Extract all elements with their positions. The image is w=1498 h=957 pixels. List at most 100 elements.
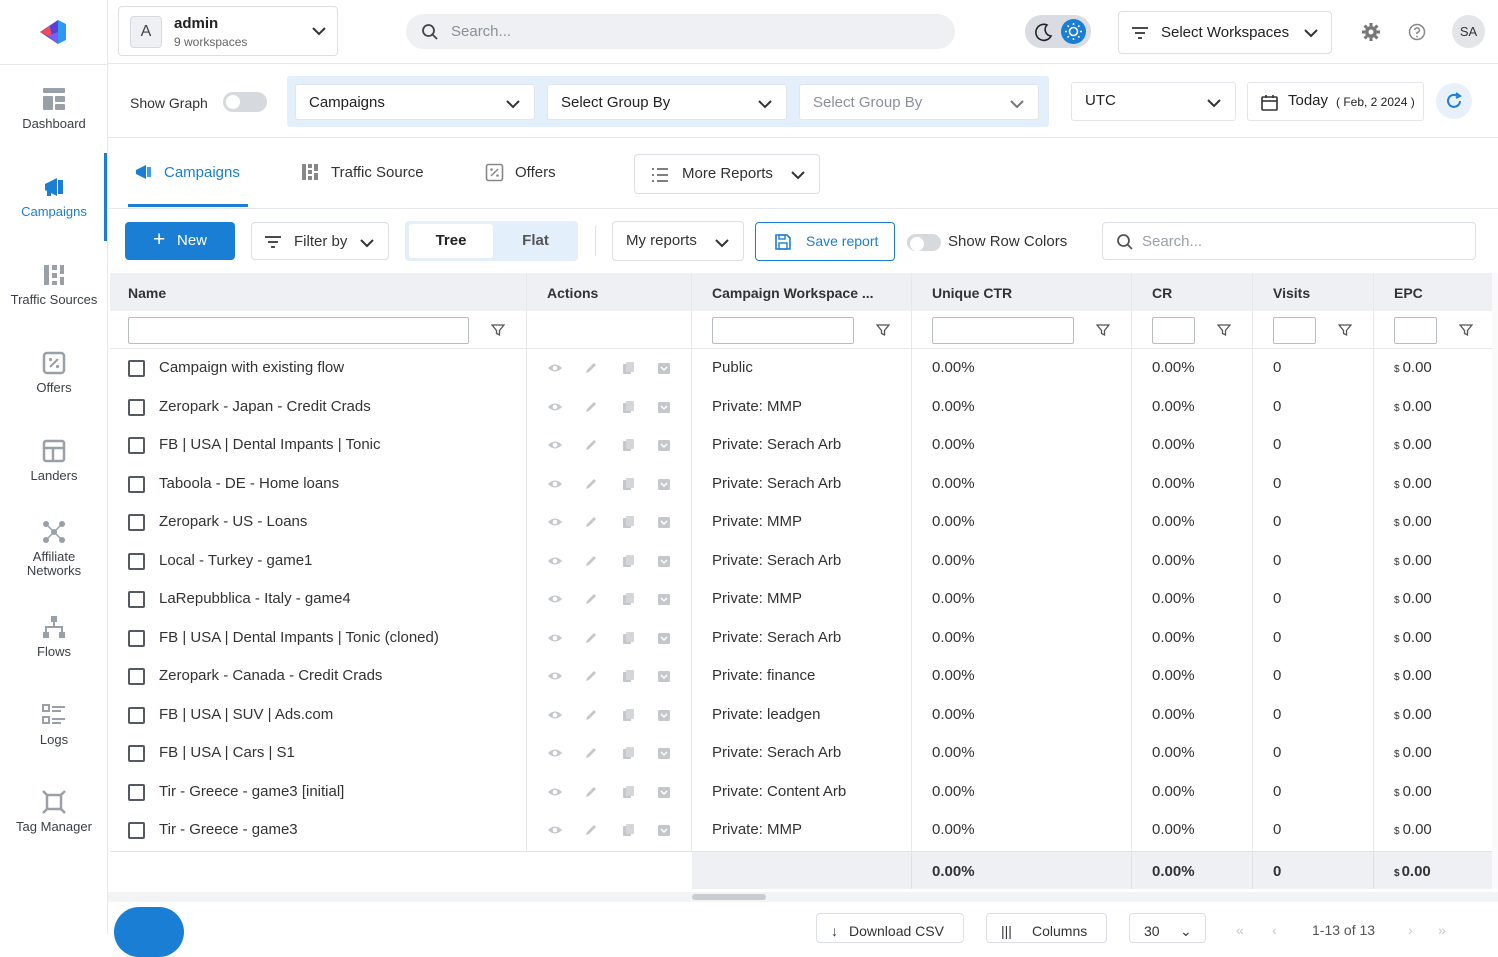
app-logo-icon[interactable]: [36, 16, 70, 48]
my-reports-dropdown[interactable]: My reports: [612, 221, 744, 261]
group-by-1-select[interactable]: Campaigns: [295, 84, 535, 120]
ctr-filter-input[interactable]: [932, 317, 1074, 344]
row-checkbox[interactable]: [128, 437, 145, 454]
copy-icon[interactable]: [620, 630, 636, 646]
archive-icon[interactable]: [656, 553, 672, 569]
page-size-select[interactable]: 30 ⌄: [1129, 913, 1206, 943]
column-header-epc[interactable]: EPC: [1394, 285, 1423, 301]
copy-icon[interactable]: [620, 745, 636, 761]
copy-icon[interactable]: [620, 784, 636, 800]
table-row[interactable]: FB | USA | Cars | S1 Private: Serach Arb 0…: [110, 734, 1492, 773]
view-icon[interactable]: [547, 784, 563, 800]
archive-icon[interactable]: [656, 630, 672, 646]
copy-icon[interactable]: [620, 437, 636, 453]
row-checkbox[interactable]: [128, 360, 145, 377]
campaign-name[interactable]: Tir - Greece - game3 [initial]: [159, 783, 344, 800]
view-icon[interactable]: [547, 437, 563, 453]
edit-icon[interactable]: [583, 707, 599, 723]
table-row[interactable]: Tir - Greece - game3 [initial] Private: C…: [110, 773, 1492, 812]
archive-icon[interactable]: [656, 399, 672, 415]
edit-icon[interactable]: [583, 553, 599, 569]
copy-icon[interactable]: [620, 553, 636, 569]
row-checkbox[interactable]: [128, 745, 145, 762]
archive-icon[interactable]: [656, 784, 672, 800]
campaign-name[interactable]: FB | USA | Cars | S1: [159, 744, 295, 761]
sidebar-item-flows[interactable]: Flows: [0, 614, 108, 659]
sidebar-item-landers[interactable]: Landers: [0, 438, 108, 483]
view-icon[interactable]: [547, 668, 563, 684]
cr-filter-input[interactable]: [1152, 317, 1195, 344]
date-range-picker[interactable]: Today ( Feb, 2 2024 ): [1247, 82, 1424, 121]
campaign-name[interactable]: LaRepubblica - Italy - game4: [159, 590, 351, 607]
table-row[interactable]: FB | USA | Dental Impants | Tonic (clone…: [110, 619, 1492, 658]
column-header-workspace[interactable]: Campaign Workspace ...: [712, 285, 874, 301]
view-icon[interactable]: [547, 514, 563, 530]
campaign-name[interactable]: Campaign with existing flow: [159, 359, 344, 376]
campaign-name[interactable]: FB | USA | SUV | Ads.com: [159, 706, 333, 723]
copy-icon[interactable]: [620, 591, 636, 607]
copy-icon[interactable]: [620, 360, 636, 376]
archive-icon[interactable]: [656, 822, 672, 838]
campaign-name[interactable]: FB | USA | Dental Impants | Tonic (clone…: [159, 629, 439, 646]
row-checkbox[interactable]: [128, 398, 145, 416]
table-row[interactable]: Zeropark - US - Loans Private: MMP 0.00% 0.…: [110, 503, 1492, 542]
archive-icon[interactable]: [656, 476, 672, 492]
copy-icon[interactable]: [620, 707, 636, 723]
global-search-input[interactable]: Search...: [406, 14, 955, 49]
group-by-3-select[interactable]: Select Group By: [799, 84, 1039, 120]
sidebar-item-traffic-sources[interactable]: Traffic Sources: [0, 262, 108, 307]
edit-icon[interactable]: [583, 784, 599, 800]
sidebar-item-affiliate-networks[interactable]: Affiliate Networks: [0, 519, 108, 578]
view-icon[interactable]: [547, 630, 563, 646]
edit-icon[interactable]: [583, 476, 599, 492]
filter-funnel-icon[interactable]: [876, 323, 890, 337]
filter-funnel-icon[interactable]: [1459, 323, 1473, 337]
row-checkbox[interactable]: [128, 783, 145, 801]
column-header-unique-ctr[interactable]: Unique CTR: [932, 285, 1012, 301]
user-avatar[interactable]: SA: [1452, 15, 1485, 48]
row-checkbox[interactable]: [128, 822, 145, 839]
flat-view-button[interactable]: Flat: [497, 224, 574, 258]
row-checkbox[interactable]: [128, 706, 145, 724]
view-icon[interactable]: [547, 822, 563, 838]
row-checkbox[interactable]: [128, 552, 145, 570]
download-csv-button[interactable]: ↓ Download CSV: [816, 913, 964, 943]
campaign-name[interactable]: Taboola - DE - Home loans: [159, 475, 339, 492]
campaign-name[interactable]: FB | USA | Dental Impants | Tonic: [159, 436, 381, 453]
filter-funnel-icon[interactable]: [1096, 323, 1110, 337]
sidebar-item-offers[interactable]: Offers: [0, 350, 108, 395]
chat-button[interactable]: [114, 907, 184, 957]
edit-icon[interactable]: [583, 399, 599, 415]
visits-filter-input[interactable]: [1273, 317, 1316, 344]
view-icon[interactable]: [547, 476, 563, 492]
copy-icon[interactable]: [620, 822, 636, 838]
view-icon[interactable]: [547, 553, 563, 569]
column-header-cr[interactable]: CR: [1152, 285, 1172, 301]
view-icon[interactable]: [547, 399, 563, 415]
filter-funnel-icon[interactable]: [1217, 323, 1231, 337]
table-row[interactable]: Local - Turkey - game1 Private: Serach Ar…: [110, 542, 1492, 581]
archive-icon[interactable]: [656, 745, 672, 761]
table-row[interactable]: Campaign with existing flow Public 0.00% 0.…: [110, 349, 1492, 388]
campaign-name[interactable]: Local - Turkey - game1: [159, 552, 312, 569]
column-header-name[interactable]: Name: [128, 285, 166, 301]
row-checkbox[interactable]: [128, 475, 145, 493]
vertical-scrollbar[interactable]: [1492, 273, 1498, 889]
table-row[interactable]: Zeropark - Japan - Credit Crads Private: …: [110, 388, 1492, 427]
copy-icon[interactable]: [620, 668, 636, 684]
row-colors-toggle[interactable]: [907, 234, 941, 251]
timezone-select[interactable]: UTC: [1071, 82, 1236, 121]
gear-icon[interactable]: [1361, 22, 1381, 42]
edit-icon[interactable]: [583, 514, 599, 530]
filter-funnel-icon[interactable]: [1338, 323, 1352, 337]
copy-icon[interactable]: [620, 476, 636, 492]
view-icon[interactable]: [547, 591, 563, 607]
scrollbar-thumb[interactable]: [692, 894, 766, 900]
row-checkbox[interactable]: [128, 514, 145, 531]
campaign-name[interactable]: Tir - Greece - game3: [159, 821, 298, 838]
row-checkbox[interactable]: [128, 629, 145, 647]
view-icon[interactable]: [547, 707, 563, 723]
edit-icon[interactable]: [583, 822, 599, 838]
sidebar-item-dashboard[interactable]: Dashboard: [0, 86, 108, 131]
sidebar-item-campaigns[interactable]: Campaigns: [0, 174, 108, 219]
